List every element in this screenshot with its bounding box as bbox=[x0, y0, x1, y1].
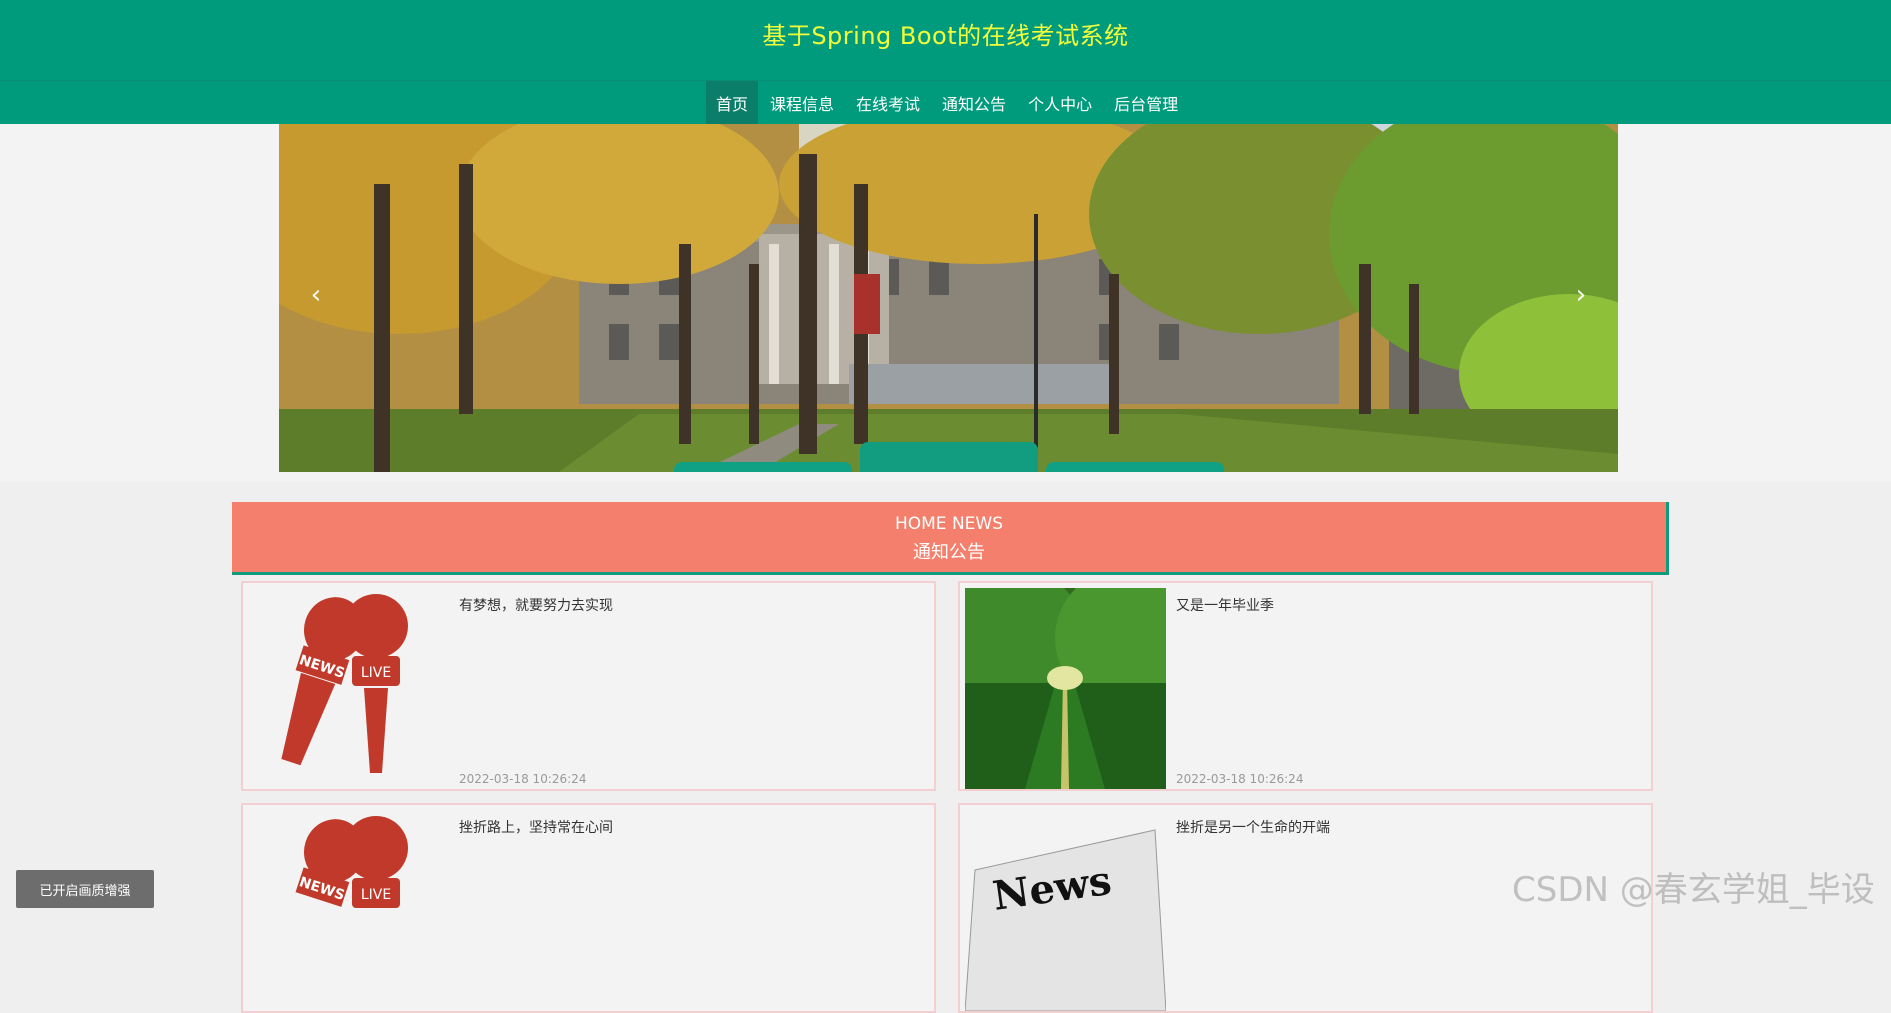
news-section-header: HOME NEWS 通知公告 bbox=[232, 502, 1669, 575]
newspaper-image: News bbox=[965, 810, 1166, 1011]
news-thumbnail[interactable]: NEWS LIVE bbox=[248, 588, 449, 789]
nav-item-courses[interactable]: 课程信息 bbox=[760, 81, 844, 124]
banner-section: ‹ › bbox=[0, 124, 1891, 482]
nav-item-admin[interactable]: 后台管理 bbox=[1104, 81, 1188, 124]
nav-item-home[interactable]: 首页 bbox=[706, 81, 759, 124]
news-card[interactable]: NEWS LIVE 挫折路上，坚持常在心间 bbox=[241, 803, 936, 1013]
news-thumbnail[interactable] bbox=[965, 588, 1166, 789]
site-title: 基于Spring Boot的在线考试系统 bbox=[762, 22, 1129, 50]
carousel-indicator-1[interactable] bbox=[674, 462, 852, 472]
news-title[interactable]: 挫折路上，坚持常在心间 bbox=[459, 817, 613, 837]
news-heading-cn: 通知公告 bbox=[913, 542, 985, 563]
carousel-indicator-2[interactable] bbox=[860, 442, 1038, 472]
news-time: 2022-03-18 10:26:24 bbox=[459, 772, 587, 786]
news-card[interactable]: NEWS LIVE 有梦想，就要努力去实现 2022-03-18 10:26:2… bbox=[241, 581, 936, 791]
quality-enhance-badge[interactable]: 已开启画质增强 bbox=[16, 870, 154, 908]
watermark-text: CSDN @春玄学姐_毕设 bbox=[1512, 870, 1875, 910]
carousel-indicator-3[interactable] bbox=[1046, 462, 1224, 472]
banner-prev-icon[interactable]: ‹ bbox=[303, 282, 329, 308]
news-time: 2022-03-18 10:26:24 bbox=[1176, 772, 1304, 786]
svg-text:LIVE: LIVE bbox=[361, 665, 391, 681]
news-title[interactable]: 挫折是另一个生命的开端 bbox=[1176, 817, 1330, 837]
nav-item-profile[interactable]: 个人中心 bbox=[1018, 81, 1102, 124]
campus-image bbox=[279, 124, 1618, 472]
news-microphone-icon: NEWS LIVE bbox=[248, 588, 449, 789]
news-thumbnail[interactable]: NEWS LIVE bbox=[248, 810, 449, 1011]
news-title[interactable]: 又是一年毕业季 bbox=[1176, 595, 1274, 615]
svg-text:LIVE: LIVE bbox=[361, 887, 391, 903]
banner-next-icon[interactable]: › bbox=[1568, 282, 1594, 308]
main-nav: 首页 课程信息 在线考试 通知公告 个人中心 后台管理 bbox=[0, 80, 1891, 124]
tree-path-image bbox=[965, 588, 1166, 789]
news-heading-en: HOME NEWS bbox=[894, 514, 1004, 534]
news-title[interactable]: 有梦想，就要努力去实现 bbox=[459, 595, 613, 615]
nav-item-online-exam[interactable]: 在线考试 bbox=[846, 81, 930, 124]
site-header: 基于Spring Boot的在线考试系统 bbox=[0, 0, 1891, 80]
news-thumbnail[interactable]: News bbox=[965, 810, 1166, 1011]
nav-item-notices[interactable]: 通知公告 bbox=[932, 81, 1016, 124]
news-card[interactable]: 又是一年毕业季 2022-03-18 10:26:24 bbox=[958, 581, 1653, 791]
banner-carousel[interactable]: ‹ › bbox=[279, 124, 1618, 472]
news-microphone-icon: NEWS LIVE bbox=[248, 810, 449, 1011]
